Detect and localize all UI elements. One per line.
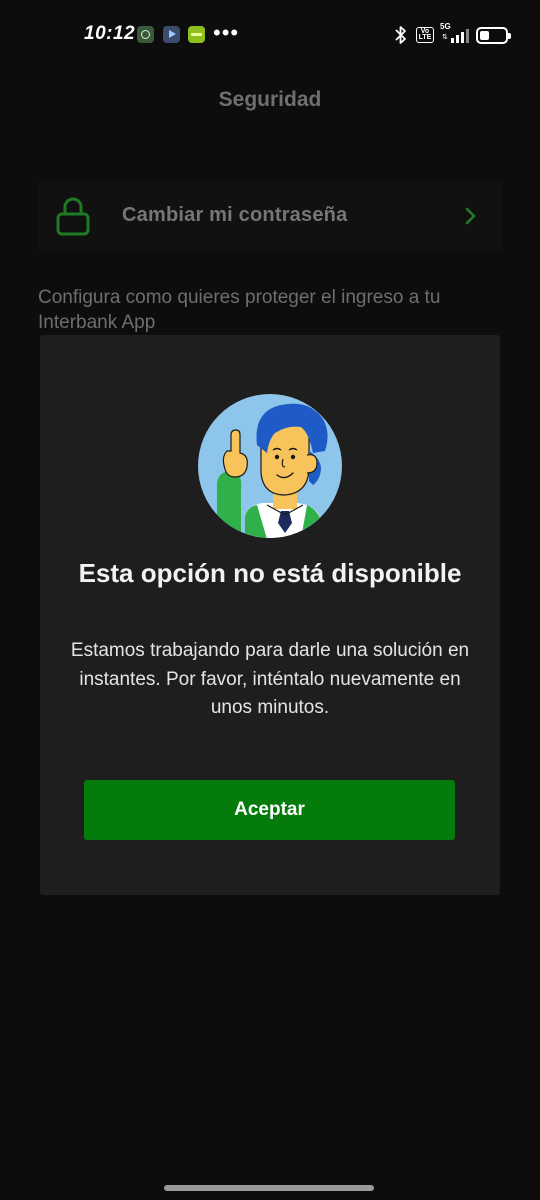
whatsapp-icon [137,26,154,43]
security-description: Configura como quieres proteger el ingre… [38,287,441,333]
person-pointing-illustration [198,394,342,538]
volte-icon: Vo LTE [416,27,434,43]
chevron-right-icon [465,207,476,225]
accept-button[interactable]: Aceptar [84,780,455,840]
store-icon [188,26,205,43]
home-indicator[interactable] [164,1185,374,1191]
change-password-label: Cambiar mi contraseña [122,204,348,226]
lock-icon [56,197,90,236]
more-notifications-indicator: ••• [213,20,240,45]
status-time: 10:12 [84,23,136,44]
network-type: 5G [440,22,451,31]
bluetooth-icon [395,26,406,44]
change-password-item[interactable]: Cambiar mi contraseña [38,181,502,251]
play-icon [163,26,180,43]
battery-icon [476,26,511,44]
status-bar: 10:12 ••• Vo LTE 5G ⇅ [0,0,540,70]
signal-icon: 5G ⇅ [440,22,470,45]
page-title: Seguridad [218,88,322,111]
unavailable-dialog: Esta opción no está disponible Estamos t… [40,335,500,895]
status-right-icons: Vo LTE 5G ⇅ [392,22,511,46]
dialog-message: Estamos trabajando para darle una soluci… [70,640,470,718]
dialog-title: Esta opción no está disponible [78,558,462,588]
screen: 10:12 ••• Vo LTE 5G ⇅ Seguridad Cambiar … [0,0,540,1200]
